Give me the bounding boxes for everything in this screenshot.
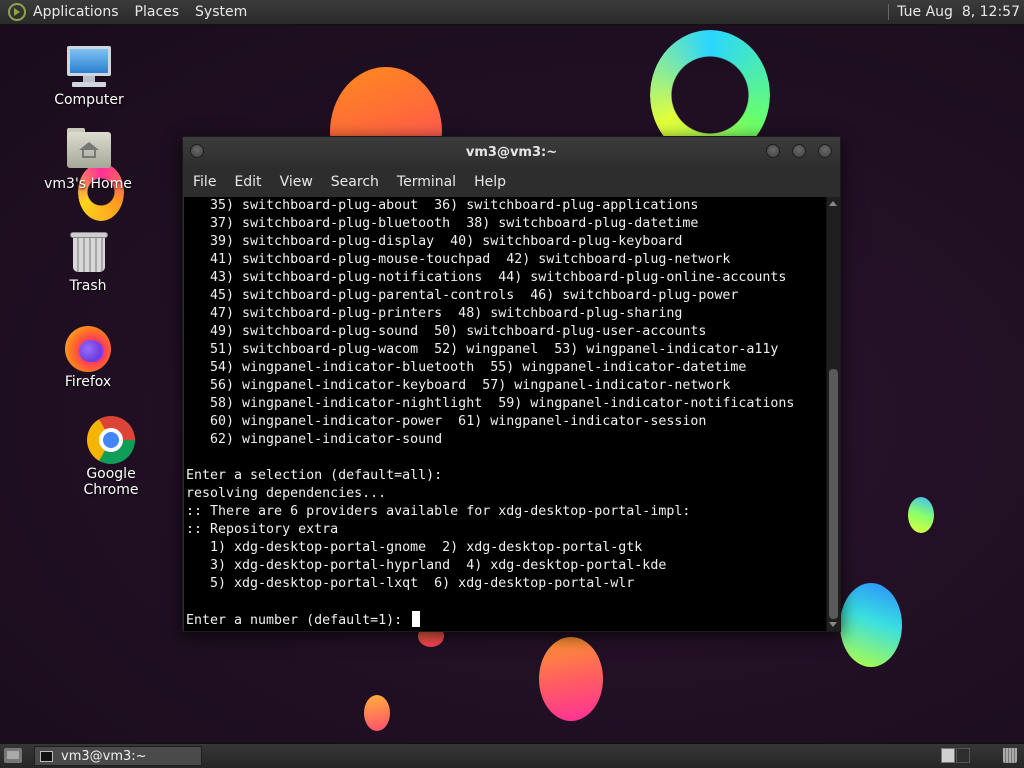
desktop-icon-label: Firefox [64,374,112,390]
menu-view[interactable]: View [280,174,313,190]
terminal-line: 62) wingpanel-indicator-sound [186,432,443,447]
window-title: vm3@vm3:~ [465,145,558,160]
desktop-icon-home[interactable]: vm3's Home [40,128,136,192]
bottom-panel: vm3@vm3:~ [0,743,1024,768]
desktop-icon-label: Computer [54,92,124,108]
terminal-line: 1) xdg-desktop-portal-gnome 2) xdg-deskt… [186,540,643,555]
distro-logo-icon[interactable] [8,3,26,21]
home-folder-icon [63,128,113,172]
close-button[interactable] [818,144,832,158]
top-panel: Applications Places System Tue Aug 8, 12… [0,0,1024,25]
menu-terminal[interactable]: Terminal [397,174,456,190]
trash-icon[interactable] [1003,748,1017,763]
terminal-line: 56) wingpanel-indicator-keyboard 57) win… [186,378,731,393]
desktop-icon-label: Google Chrome [83,466,139,498]
wallpaper-shape [840,583,902,667]
menu-system[interactable]: System [195,4,247,20]
panel-separator [888,4,890,20]
minimize-button[interactable] [766,144,780,158]
menu-search[interactable]: Search [331,174,379,190]
menu-places[interactable]: Places [135,4,180,20]
desktop-icon-firefox[interactable]: Firefox [40,326,136,390]
terminal-line: 60) wingpanel-indicator-power 61) wingpa… [186,414,707,429]
terminal-line: resolving dependencies... [186,486,387,501]
desktop-icon-computer[interactable]: Computer [41,44,137,108]
terminal-window: vm3@vm3:~ File Edit View Search Terminal… [182,136,841,632]
wallpaper-shape [539,637,603,721]
maximize-button[interactable] [792,144,806,158]
terminal-line: 39) switchboard-plug-display 40) switchb… [186,234,683,249]
workspace-2[interactable] [956,748,970,763]
clock-applet[interactable]: Tue Aug 8, 12:57 [888,4,1020,20]
terminal-line: 41) switchboard-plug-mouse-touchpad 42) … [186,252,731,267]
taskbar-item-terminal[interactable]: vm3@vm3:~ [34,746,202,766]
terminal-line: Enter a selection (default=all): [186,468,443,483]
terminal-line: 49) switchboard-plug-sound 50) switchboa… [186,324,707,339]
scrollbar-thumb[interactable] [829,369,838,619]
menu-applications[interactable]: Applications [33,4,119,20]
terminal-line: 54) wingpanel-indicator-bluetooth 55) wi… [186,360,747,375]
menu-file[interactable]: File [193,174,216,190]
scroll-up-arrow-icon[interactable] [829,201,837,206]
terminal-line: 45) switchboard-plug-parental-controls 4… [186,288,739,303]
desktop-icon-chrome[interactable]: Google Chrome [63,416,159,498]
terminal-line: 5) xdg-desktop-portal-lxqt 6) xdg-deskto… [186,576,635,591]
desktop-icon-label: Trash [69,278,107,294]
desktop-icon-trash[interactable]: Trash [40,230,136,294]
terminal-menubar: File Edit View Search Terminal Help [183,167,840,197]
terminal-icon [40,750,53,762]
taskbar-item-label: vm3@vm3:~ [61,748,147,764]
terminal-line: 51) switchboard-plug-wacom 52) wingpanel… [186,342,779,357]
scroll-down-arrow-icon[interactable] [829,622,837,627]
trash-icon [63,230,113,274]
wallpaper-shape [908,497,934,533]
firefox-icon [63,326,113,372]
terminal-line: :: There are 6 providers available for x… [186,504,691,519]
terminal-output[interactable]: 35) switchboard-plug-about 36) switchboa… [184,197,826,631]
terminal-cursor [412,611,421,627]
terminal-line: 43) switchboard-plug-notifications 44) s… [186,270,787,285]
show-desktop-button[interactable] [4,748,22,763]
terminal-prompt-line: Enter a number (default=1): [186,611,826,629]
terminal-prompt: Enter a number (default=1): [186,613,411,628]
terminal-line: 47) switchboard-plug-printers 48) switch… [186,306,683,321]
terminal-line: 37) switchboard-plug-bluetooth 38) switc… [186,216,699,231]
terminal-line: 3) xdg-desktop-portal-hyprland 4) xdg-de… [186,558,667,573]
wallpaper-shape [364,695,390,731]
monitor-icon [64,44,114,88]
chrome-icon [86,416,136,464]
terminal-line: 58) wingpanel-indicator-nightlight 59) w… [186,396,795,411]
terminal-text: 35) switchboard-plug-about 36) switchboa… [184,197,826,629]
workspace-1[interactable] [941,748,955,763]
menu-help[interactable]: Help [474,174,506,190]
terminal-line: :: Repository extra [186,522,339,537]
window-titlebar[interactable]: vm3@vm3:~ [183,137,840,167]
menu-edit[interactable]: Edit [234,174,261,190]
terminal-line: 35) switchboard-plug-about 36) switchboa… [186,198,699,213]
terminal-scrollbar[interactable] [826,197,840,631]
desktop-icon-label: vm3's Home [44,176,132,192]
clock-text: Tue Aug 8, 12:57 [897,4,1020,20]
